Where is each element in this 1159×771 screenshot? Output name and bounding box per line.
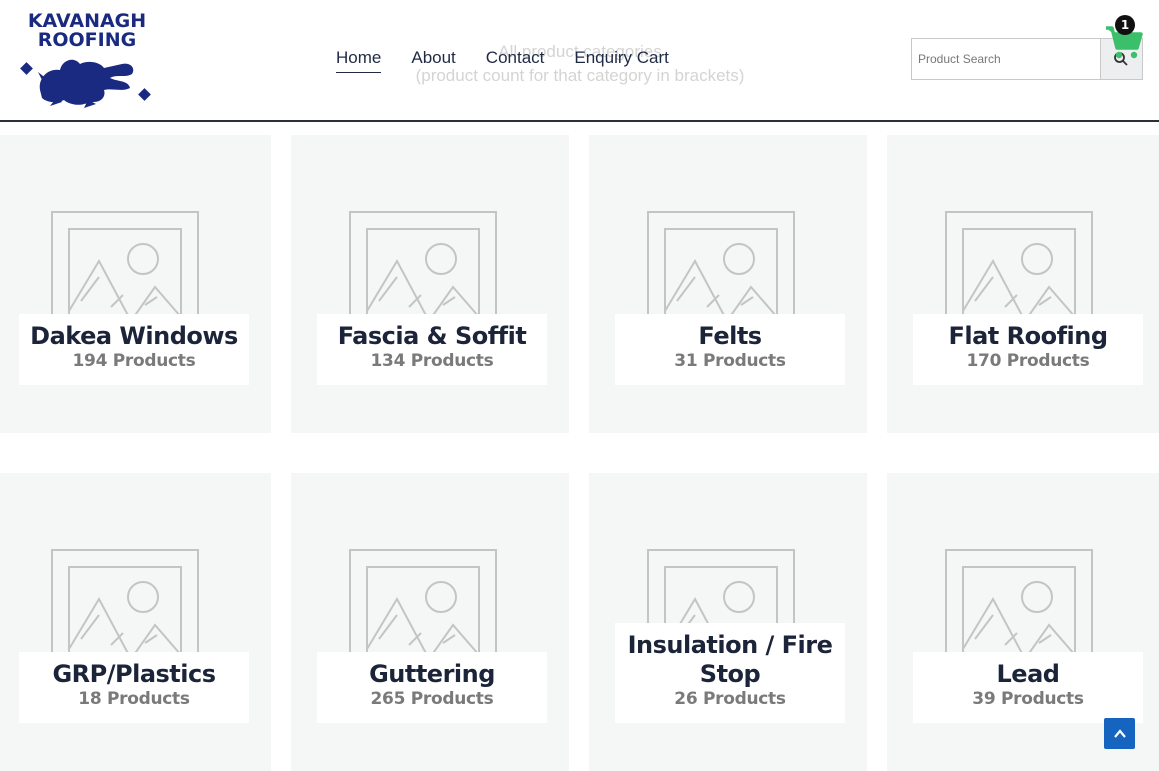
category-name: GRP/Plastics: [52, 660, 216, 688]
category-count: 134 Products: [370, 351, 494, 371]
category-count: 194 Products: [72, 351, 196, 371]
category-count: 265 Products: [370, 689, 494, 709]
category-card-insulation-fire-stop[interactable]: Insulation / Fire Stop 26 Products: [589, 473, 867, 771]
chevron-up-icon: [1113, 728, 1126, 738]
category-name: Fascia & Soffit: [337, 322, 527, 350]
site-logo[interactable]: KAVANAGH ROOFING: [18, 10, 158, 110]
image-placeholder-icon: [349, 211, 497, 331]
search-input[interactable]: [912, 39, 1100, 79]
image-placeholder-icon: [945, 211, 1093, 331]
nav-enquiry-cart[interactable]: Enquiry Cart: [574, 48, 668, 73]
nav-home[interactable]: Home: [336, 48, 382, 73]
category-label: GRP/Plastics 18 Products: [19, 652, 249, 723]
cart-count-badge: 1: [1115, 15, 1135, 35]
category-label: Felts 31 Products: [615, 314, 845, 385]
category-card-felts[interactable]: Felts 31 Products: [589, 135, 867, 433]
category-count: 26 Products: [674, 689, 786, 709]
category-card-flat-roofing[interactable]: Flat Roofing 170 Products: [887, 135, 1159, 433]
category-card-guttering[interactable]: Guttering 265 Products: [291, 473, 569, 771]
category-label: Guttering 265 Products: [317, 652, 547, 723]
category-label: Flat Roofing 170 Products: [913, 314, 1143, 385]
image-placeholder-icon: [647, 211, 795, 331]
category-label: Fascia & Soffit 134 Products: [317, 314, 547, 385]
image-placeholder-icon: [349, 549, 497, 669]
site-header: KAVANAGH ROOFING All product categories …: [0, 0, 1159, 122]
category-count: 170 Products: [966, 351, 1090, 371]
main-nav: Home About Contact Enquiry Cart: [336, 48, 669, 73]
category-card-fascia-soffit[interactable]: Fascia & Soffit 134 Products: [291, 135, 569, 433]
logo-line-2: ROOFING: [37, 29, 137, 51]
lion-emblem-icon: [20, 59, 151, 108]
category-count: 39 Products: [972, 689, 1084, 709]
category-name: Lead: [996, 660, 1060, 688]
category-name: Flat Roofing: [948, 322, 1108, 350]
category-label: Lead 39 Products: [913, 652, 1143, 723]
category-label: Dakea Windows 194 Products: [19, 314, 249, 385]
category-name: Dakea Windows: [30, 322, 238, 350]
scroll-to-top-button[interactable]: [1104, 718, 1135, 749]
category-card-dakea-windows[interactable]: Dakea Windows 194 Products: [0, 135, 271, 433]
category-name: Felts: [698, 322, 762, 350]
category-label: Insulation / Fire Stop 26 Products: [615, 623, 845, 723]
logo-text: KAVANAGH ROOFING: [22, 12, 152, 50]
category-name: Guttering: [369, 660, 495, 688]
image-placeholder-icon: [51, 211, 199, 331]
category-count: 31 Products: [674, 351, 786, 371]
image-placeholder-icon: [51, 549, 199, 669]
category-card-grp-plastics[interactable]: GRP/Plastics 18 Products: [0, 473, 271, 771]
category-name: Insulation / Fire Stop: [627, 631, 833, 688]
image-placeholder-icon: [945, 549, 1093, 669]
category-count: 18 Products: [78, 689, 190, 709]
nav-about[interactable]: About: [411, 48, 455, 73]
nav-contact[interactable]: Contact: [486, 48, 545, 73]
